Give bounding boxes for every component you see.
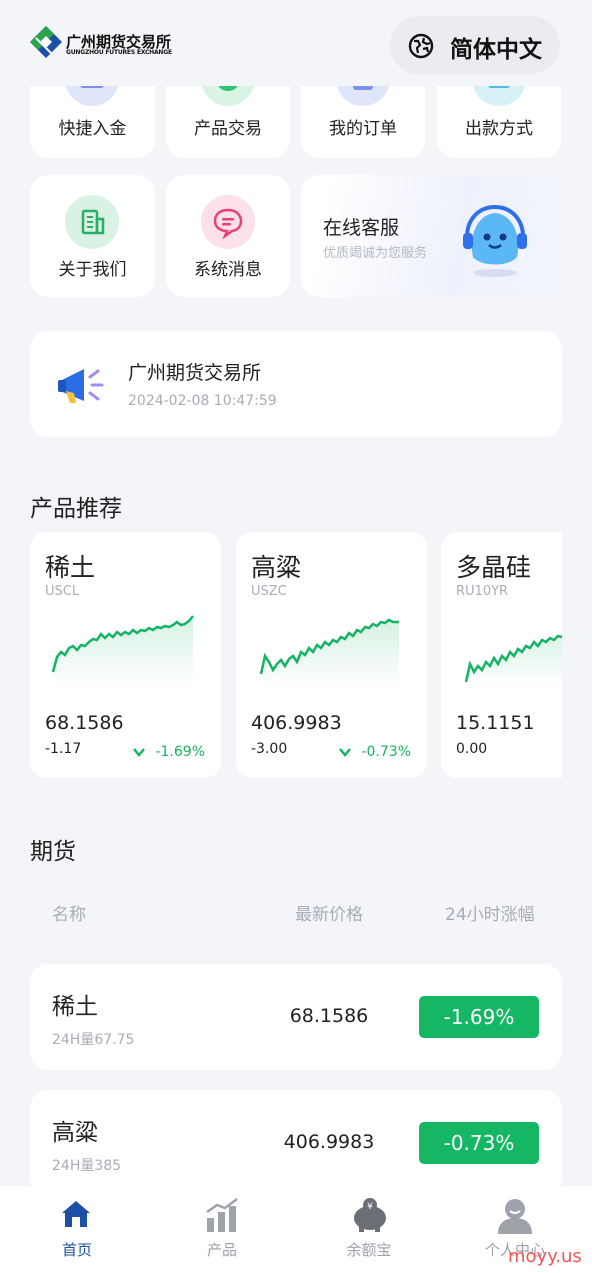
product-name: 高粱 (251, 553, 302, 582)
app-page: 快捷入金 产品交易 我的订单 出款方式 关于我们 系统消息 在线客服 优质竭诚为… (0, 0, 592, 1273)
svg-text:¥: ¥ (367, 1202, 373, 1212)
product-sparkline (51, 615, 194, 688)
support-robot-icon (463, 204, 527, 277)
product-code: USCL (45, 584, 80, 599)
language-label: 简体中文 (450, 37, 542, 63)
product-code: RU10YR (456, 584, 509, 599)
product-percent: -1.69% (155, 744, 205, 760)
product-price: 15.1151 (456, 712, 535, 734)
column-header-name: 名称 (52, 905, 86, 925)
quick-action-label: 系统消息 (194, 260, 262, 280)
service-title: 在线客服 (323, 217, 400, 239)
quick-action-label: 快捷入金 (58, 119, 127, 139)
exchange-logo: 广州期货交易所 GUNGZHOU FUTURES EXCHANGE (28, 24, 178, 64)
futures-name: 高粱 (52, 1120, 98, 1146)
home-icon (62, 1201, 90, 1227)
futures-section-title: 期货 (30, 839, 76, 865)
product-percent: -0.73% (361, 744, 411, 760)
product-name: 多晶硅 (456, 553, 532, 582)
futures-row[interactable]: 高粱 24H量385 406.9983 -0.73% (30, 1090, 562, 1196)
column-header-price: 最新价格 (295, 905, 363, 925)
tab-label: 余额宝 (346, 1241, 392, 1259)
tab-home[interactable]: 首页 (3, 1186, 151, 1273)
notice-time: 2024-02-08 10:47:59 (128, 393, 277, 409)
product-card[interactable]: 稀土 USCL 68.1586 -1.17 -1.69% (30, 532, 221, 778)
top-header: 广州期货交易所 GUNGZHOU FUTURES EXCHANGE 简体中文 (0, 0, 592, 86)
product-card[interactable]: 高粱 USZC 406.9983 -3.00 -0.73% (236, 532, 427, 778)
logo-english-name: GUNGZHOU FUTURES EXCHANGE (66, 49, 172, 56)
tab-label: 首页 (61, 1241, 92, 1259)
language-switch-button[interactable]: 简体中文 (390, 16, 560, 74)
service-subtitle: 优质竭诚为您服务 (323, 246, 428, 261)
product-name: 稀土 (45, 553, 96, 582)
product-code: USZC (251, 584, 287, 599)
notice-title: 广州期货交易所 (128, 362, 262, 384)
futures-volume: 24H量67.75 (52, 1032, 135, 1048)
recommend-section-title: 产品推荐 (30, 496, 122, 522)
megaphone-icon (58, 369, 104, 403)
futures-price: 406.9983 (283, 1131, 375, 1153)
quick-action-label: 出款方式 (465, 119, 533, 139)
product-price: 68.1586 (45, 712, 124, 734)
futures-change-badge: -0.73% (419, 1122, 539, 1164)
product-price: 406.9983 (251, 712, 342, 734)
futures-row[interactable]: 稀土 24H量67.75 68.1586 -1.69% (30, 964, 562, 1070)
tab-label: 产品 (206, 1241, 237, 1259)
quick-action-about[interactable]: 关于我们 (30, 175, 155, 297)
futures-volume: 24H量385 (52, 1158, 122, 1174)
product-change: 0.00 (456, 741, 488, 757)
tab-balance[interactable]: ¥ 余额宝 (295, 1186, 443, 1273)
quick-action-messages[interactable]: 系统消息 (166, 175, 290, 297)
message-icon (201, 195, 255, 249)
bottom-tab-bar: 首页 产品 ¥ 余额宝 个人中心 (0, 1186, 592, 1273)
globe-icon (408, 33, 434, 59)
product-card[interactable]: 多晶硅 RU10YR 15.1151 0.00 (441, 532, 562, 778)
product-change: -3.00 (251, 741, 288, 757)
online-service-card[interactable]: 在线客服 优质竭诚为您服务 (301, 175, 561, 297)
product-sparkline (259, 618, 399, 688)
exchange-logo-mark-icon (30, 26, 62, 58)
product-sparkline (464, 634, 562, 688)
quick-action-label: 我的订单 (329, 119, 397, 139)
down-arrow-icon (133, 748, 145, 757)
futures-price: 68.1586 (289, 1005, 369, 1027)
column-header-change: 24小时涨幅 (445, 905, 535, 925)
watermark: moyy.us (508, 1246, 582, 1267)
user-icon (498, 1199, 532, 1234)
futures-name: 稀土 (52, 994, 98, 1020)
chart-bars-icon (206, 1198, 238, 1232)
product-change: -1.17 (45, 741, 82, 757)
futures-change-badge: -1.69% (419, 996, 539, 1038)
notice-card[interactable]: 广州期货交易所 2024-02-08 10:47:59 (30, 331, 562, 437)
quick-action-label: 产品交易 (194, 119, 262, 139)
down-arrow-icon (339, 748, 351, 757)
building-icon (65, 195, 119, 249)
tab-products[interactable]: 产品 (148, 1186, 296, 1273)
piggy-bank-icon: ¥ (354, 1198, 386, 1232)
recommend-carousel[interactable]: 稀土 USCL 68.1586 -1.17 -1.69% 高粱 USZC 406… (30, 532, 562, 780)
quick-action-label: 关于我们 (58, 260, 127, 280)
